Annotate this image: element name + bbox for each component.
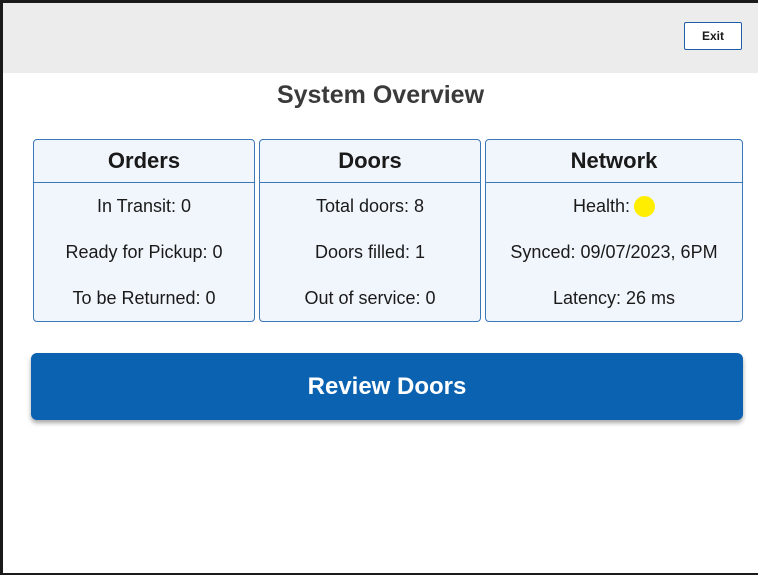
- orders-card: Orders In Transit: 0 Ready for Pickup: 0…: [33, 139, 255, 322]
- network-health-label: Health:: [572, 195, 631, 216]
- orders-ready-for-pickup: Ready for Pickup: 0: [65, 241, 223, 262]
- orders-in-transit: In Transit: 0: [96, 195, 192, 216]
- exit-button[interactable]: Exit: [684, 22, 742, 50]
- review-doors-button[interactable]: Review Doors: [31, 353, 743, 420]
- screen: Exit System Overview Orders In Transit: …: [0, 0, 758, 575]
- network-health: Health:: [486, 183, 742, 229]
- network-latency: Latency: 26 ms: [552, 287, 676, 308]
- top-bar: Exit: [3, 3, 758, 73]
- network-card-title: Network: [486, 140, 742, 183]
- doors-out-of-service: Out of service: 0: [304, 287, 436, 308]
- orders-to-be-returned: To be Returned: 0: [72, 287, 216, 308]
- health-status-dot-icon: [634, 195, 656, 217]
- network-card: Network Health: Synced: 09/07/2023, 6PM …: [485, 139, 743, 322]
- page-title: System Overview: [276, 81, 485, 109]
- orders-card-title: Orders: [34, 140, 254, 183]
- doors-filled: Doors filled: 1: [314, 241, 426, 262]
- doors-card-title: Doors: [260, 140, 480, 183]
- network-synced: Synced: 09/07/2023, 6PM: [510, 241, 718, 262]
- doors-card: Doors Total doors: 8 Doors filled: 1 Out…: [259, 139, 481, 322]
- doors-total: Total doors: 8: [315, 195, 425, 216]
